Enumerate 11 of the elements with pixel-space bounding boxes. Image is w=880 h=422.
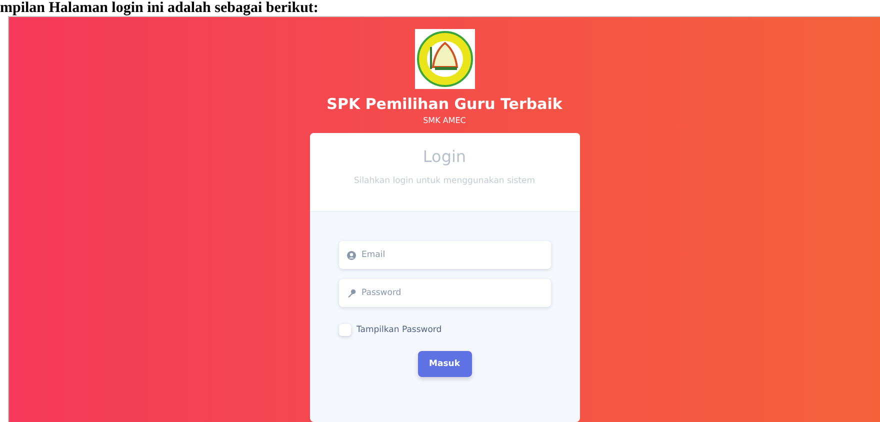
show-password-label: Tampilkan Password	[356, 325, 442, 335]
password-field[interactable]: Password	[338, 279, 550, 307]
email-field[interactable]: Email	[338, 241, 550, 269]
document-text: mpilan Halaman login ini adalah sebagai berikut:	[0, 0, 320, 16]
login-title: Login	[422, 147, 466, 166]
school-name: SMK AMEC	[423, 116, 466, 125]
login-button[interactable]: Masuk	[418, 351, 472, 377]
login-subtitle: Silahkan login untuk menggunakan sistem	[354, 176, 536, 186]
app-title: SPK Pemilihan Guru Terbaik	[326, 95, 562, 113]
school-logo-icon	[414, 29, 474, 89]
show-password-checkbox[interactable]	[338, 324, 350, 336]
